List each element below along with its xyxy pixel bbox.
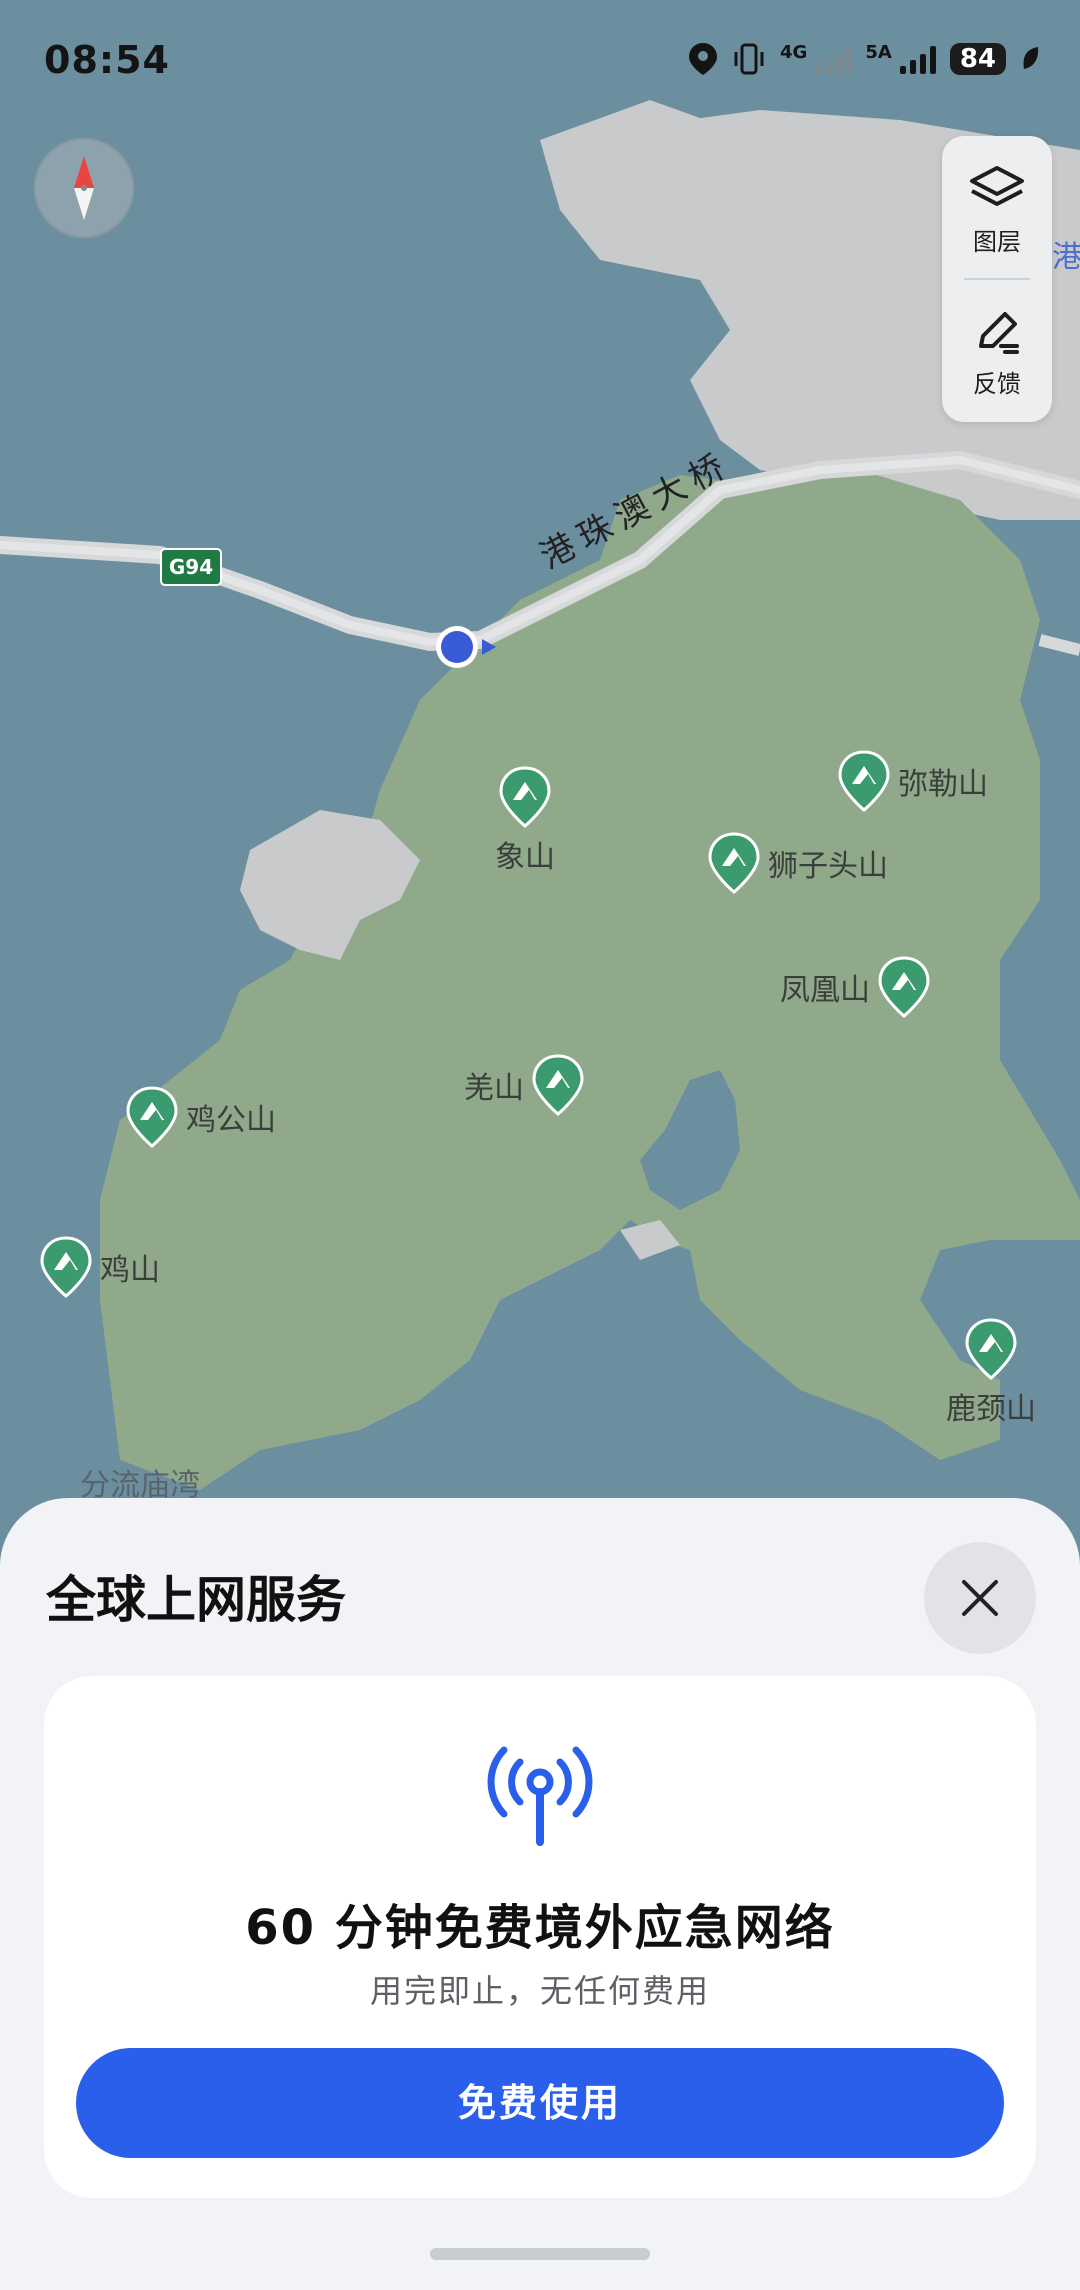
- battery-level: 84: [949, 43, 1006, 75]
- home-indicator[interactable]: [430, 2248, 650, 2260]
- mountain-icon: [499, 766, 551, 828]
- mountain-icon: [708, 832, 760, 894]
- mountain-icon: [532, 1054, 584, 1116]
- poi-shizitou-mountain[interactable]: 狮子头山: [708, 832, 888, 894]
- mountain-icon: [40, 1236, 92, 1298]
- poi-mile-mountain[interactable]: 弥勒山: [838, 750, 988, 812]
- poi-xiang-mountain[interactable]: 象山: [490, 766, 560, 876]
- status-time: 08:54: [44, 38, 170, 82]
- layers-label: 图层: [973, 228, 1021, 256]
- poi-jigong-mountain[interactable]: 鸡公山: [126, 1086, 276, 1148]
- poi-lujing-mountain[interactable]: 鹿颈山: [936, 1318, 1046, 1428]
- feedback-label: 反馈: [973, 370, 1021, 398]
- antenna-signal-icon: [487, 1746, 593, 1846]
- offer-subtitle: 用完即止，无任何费用: [369, 1972, 710, 2010]
- feedback-button[interactable]: 反馈: [942, 306, 1052, 399]
- offer-card: 60 分钟免费境外应急网络 用完即止，无任何费用 免费使用: [44, 1676, 1036, 2198]
- close-icon: [962, 1580, 998, 1616]
- feedback-pen-icon: [979, 312, 1019, 354]
- compass-button[interactable]: [34, 138, 134, 238]
- leaf-icon: [1023, 47, 1039, 69]
- map-edge-label: 港: [1052, 240, 1080, 275]
- location-dot-icon: [436, 626, 496, 668]
- sheet-title: 全球上网服务: [46, 1571, 346, 1629]
- road-shield: G94: [160, 548, 222, 586]
- current-location-marker: [434, 624, 496, 670]
- poi-fenghuang-mountain[interactable]: 凤凰山: [780, 956, 930, 1018]
- tools-divider: [964, 278, 1030, 280]
- global-internet-sheet: 全球上网服务 60 分钟免费境外应急网络 用完即止，无任何费用 免费使用: [0, 1498, 1080, 2290]
- poi-ji-mountain[interactable]: 鸡山: [40, 1236, 160, 1298]
- layers-button[interactable]: 图层: [942, 164, 1052, 257]
- poi-qiang-mountain[interactable]: 羌山: [464, 1054, 584, 1116]
- layers-icon: [970, 166, 1024, 206]
- signal-bars-2-icon: [899, 44, 936, 74]
- status-bar: 08:54 4G 5A 84: [0, 0, 1080, 130]
- free-use-button[interactable]: 免费使用: [76, 2048, 1004, 2158]
- network-type-2: 5A: [865, 42, 892, 63]
- network-type-1: 4G: [780, 42, 808, 63]
- mountain-icon: [126, 1086, 178, 1148]
- map-tools-panel: 图层 反馈: [942, 136, 1052, 422]
- signal-bars-1-icon: [815, 44, 852, 74]
- offer-title: 60 分钟免费境外应急网络: [245, 1900, 835, 1956]
- vibrate-icon: [734, 43, 764, 75]
- compass-icon: [74, 156, 94, 220]
- status-icons: 4G 5A 84: [688, 42, 1040, 76]
- location-pin-icon: [689, 43, 718, 75]
- mountain-icon: [965, 1318, 1017, 1380]
- mountain-icon: [838, 750, 890, 812]
- close-button[interactable]: [924, 1542, 1036, 1654]
- mountain-icon: [878, 956, 930, 1018]
